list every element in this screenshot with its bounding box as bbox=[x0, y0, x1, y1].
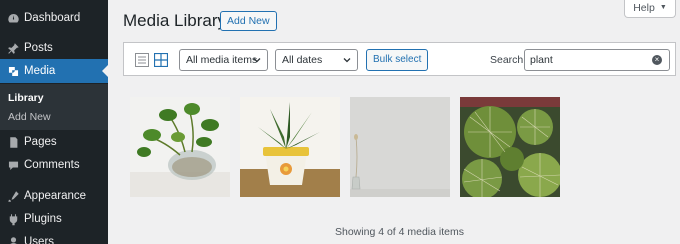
submenu-library[interactable]: Library bbox=[8, 92, 44, 104]
cactus-image bbox=[460, 97, 560, 197]
menu-label: Posts bbox=[24, 42, 53, 54]
clear-search-icon[interactable]: × bbox=[652, 55, 662, 65]
plugins-icon bbox=[6, 212, 20, 226]
menu-item-posts[interactable]: Posts bbox=[0, 36, 108, 60]
menu-item-users[interactable]: Users bbox=[0, 230, 108, 244]
bud-vase-image bbox=[350, 97, 450, 197]
media-toolbar: All media items All dates Bulk select Se… bbox=[123, 42, 676, 76]
menu-label: Comments bbox=[24, 159, 80, 171]
page-title: Media Library bbox=[123, 11, 226, 30]
dashboard-icon bbox=[6, 11, 20, 25]
caret-down-icon: ▼ bbox=[659, 4, 667, 11]
menu-item-appearance[interactable]: Appearance bbox=[0, 184, 108, 208]
media-count-status: Showing 4 of 4 media items bbox=[335, 226, 464, 238]
chevron-down-icon bbox=[343, 58, 351, 63]
menu-label: Dashboard bbox=[24, 12, 81, 24]
media-thumbnail[interactable] bbox=[130, 97, 230, 197]
pages-icon bbox=[6, 135, 20, 149]
media-icon bbox=[6, 64, 20, 78]
menu-label: Plugins bbox=[24, 213, 62, 225]
users-icon bbox=[6, 235, 20, 244]
search-input[interactable]: plant bbox=[524, 49, 670, 71]
menu-item-plugins[interactable]: Plugins bbox=[0, 207, 108, 231]
date-filter-value: All dates bbox=[282, 54, 323, 66]
menu-label: Appearance bbox=[24, 190, 87, 202]
search-label: Search bbox=[490, 54, 524, 66]
media-thumbnail[interactable] bbox=[460, 97, 560, 197]
menu-item-comments[interactable]: Comments bbox=[0, 153, 108, 177]
menu-label: Media bbox=[24, 65, 56, 77]
media-type-value: All media items bbox=[186, 54, 258, 66]
pin-icon bbox=[6, 41, 20, 55]
snake-plant-image bbox=[240, 97, 340, 197]
comments-icon bbox=[6, 158, 20, 172]
media-thumbnail[interactable] bbox=[240, 97, 340, 197]
date-filter[interactable]: All dates bbox=[275, 49, 358, 71]
menu-item-dashboard[interactable]: Dashboard bbox=[0, 6, 108, 30]
menu-label: Users bbox=[24, 236, 55, 244]
admin-sidebar: Dashboard Posts Media Library Add New Pa… bbox=[0, 0, 108, 244]
media-type-filter[interactable]: All media items bbox=[179, 49, 268, 71]
bulk-select-button[interactable]: Bulk select bbox=[366, 49, 429, 71]
menu-label: Pages bbox=[24, 136, 57, 148]
add-new-button[interactable]: Add New bbox=[220, 11, 277, 31]
appearance-icon bbox=[6, 189, 20, 203]
media-thumbnail[interactable] bbox=[350, 97, 450, 197]
pothos-plant-image bbox=[130, 97, 230, 197]
menu-item-pages[interactable]: Pages bbox=[0, 130, 108, 154]
menu-item-media[interactable]: Media bbox=[0, 59, 108, 83]
submenu-add-new[interactable]: Add New bbox=[8, 111, 51, 123]
list-view-icon[interactable] bbox=[135, 53, 149, 67]
grid-view-icon[interactable] bbox=[153, 52, 169, 68]
help-label: Help bbox=[633, 1, 655, 14]
media-submenu: Library Add New bbox=[0, 84, 108, 130]
chevron-down-icon bbox=[253, 58, 261, 63]
help-tab[interactable]: Help ▼ bbox=[624, 0, 676, 18]
active-indicator bbox=[102, 65, 108, 77]
